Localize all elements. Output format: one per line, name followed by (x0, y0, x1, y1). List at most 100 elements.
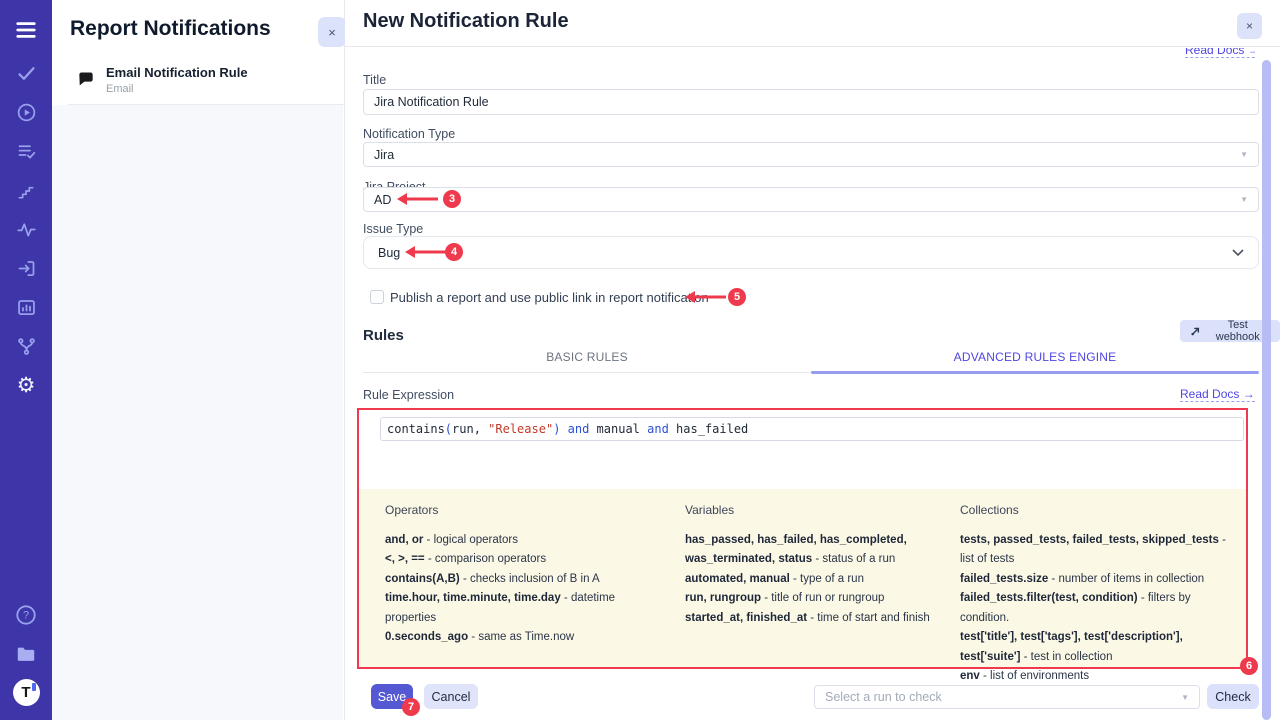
issue-type-select[interactable]: Bug (363, 236, 1259, 269)
notification-type-select[interactable]: Jira ▼ (363, 142, 1259, 167)
rules-heading: Rules (363, 327, 404, 344)
help-item: env - list of environments (960, 667, 1238, 687)
sidebar-item-analytics[interactable] (0, 210, 52, 249)
menu-button[interactable] (0, 10, 52, 50)
vertical-scrollbar[interactable] (1262, 60, 1271, 720)
sidebar-item-runs[interactable] (0, 93, 52, 132)
help-item: test['title'], test['tags'], test['descr… (960, 628, 1238, 667)
sidebar: ⚙ ? T (0, 0, 52, 720)
help-column-header: Collections (960, 501, 1238, 521)
play-circle-icon (16, 102, 37, 123)
list-check-icon (16, 141, 37, 162)
jira-project-select[interactable]: AD ▼ (363, 187, 1259, 212)
sign-in-icon (16, 258, 37, 279)
help-item: contains(A,B) - checks inclusion of B in… (385, 570, 665, 590)
sidebar-item-projects[interactable] (0, 634, 52, 673)
sidebar-item-milestones[interactable] (0, 171, 52, 210)
rule-expression-area: contains(run, "Release") and manual and … (357, 408, 1248, 669)
help-item: 0.seconds_ago - same as Time.now (385, 628, 665, 648)
rule-expression-label: Rule Expression (363, 388, 454, 402)
run-to-check-select[interactable]: Select a run to check ▼ (814, 685, 1200, 709)
sidebar-item-tests[interactable] (0, 54, 52, 93)
annotation-arrow-3 (394, 191, 440, 207)
sidebar-item-branches[interactable] (0, 327, 52, 366)
panel-background (52, 105, 343, 720)
help-item: failed_tests.size - number of items in c… (960, 570, 1238, 590)
help-item: time.hour, time.minute, time.day - datet… (385, 589, 665, 628)
help-icon: ? (15, 604, 37, 626)
dialog-header: New Notification Rule × (345, 0, 1280, 47)
dialog-close-button[interactable]: × (1237, 13, 1262, 39)
help-column-collections: Collections tests, passed_tests, failed_… (960, 501, 1238, 687)
report-notifications-panel: Report Notifications × Email Notificatio… (52, 0, 345, 720)
check-button[interactable]: Check (1207, 684, 1259, 709)
close-icon: × (1246, 19, 1253, 33)
sidebar-item-settings[interactable]: ⚙ (0, 366, 52, 405)
sidebar-item-plans[interactable] (0, 132, 52, 171)
help-item: automated, manual - type of a run (685, 570, 947, 590)
annotation-badge-3: 3 (443, 190, 461, 208)
chat-icon (76, 70, 96, 90)
git-branch-icon (16, 336, 37, 357)
check-icon (16, 63, 37, 84)
expression-help-panel: Operators and, or - logical operators <,… (359, 489, 1246, 667)
logo-icon: T (13, 679, 40, 706)
issue-type-value: Bug (378, 246, 400, 260)
activity-icon (16, 219, 37, 240)
cancel-button[interactable]: Cancel (424, 684, 478, 709)
annotation-badge-4: 4 (445, 243, 463, 261)
jira-project-value: AD (374, 193, 391, 207)
app-window: ⚙ ? T Report Notifications × Email Notif… (0, 0, 1280, 720)
help-column-header: Variables (685, 501, 947, 521)
publish-report-checkbox[interactable] (370, 290, 384, 304)
bar-chart-icon (16, 297, 37, 318)
notification-rule-list-item[interactable]: Email Notification Rule Email (68, 56, 344, 105)
read-docs-link[interactable]: Read Docs → (1180, 387, 1255, 402)
rules-tabs: BASIC RULES ADVANCED RULES ENGINE (363, 350, 1259, 373)
run-select-placeholder: Select a run to check (825, 690, 942, 704)
panel-title: Report Notifications (70, 17, 271, 41)
steps-icon (16, 181, 36, 201)
tab-basic-rules[interactable]: BASIC RULES (363, 350, 811, 372)
chevron-down-icon (1232, 246, 1244, 260)
issue-type-label: Issue Type (363, 222, 423, 236)
webhook-icon (1190, 326, 1201, 337)
help-item: and, or - logical operators (385, 531, 665, 551)
menu-icon (15, 19, 37, 41)
help-item: run, rungroup - title of run or rungroup (685, 589, 947, 609)
annotation-arrow-4 (402, 244, 448, 260)
list-item-title: Email Notification Rule (106, 65, 248, 80)
notification-type-value: Jira (374, 148, 394, 162)
read-docs-link-clipped[interactable]: Read Docs → (1185, 48, 1255, 62)
dialog-title: New Notification Rule (363, 10, 569, 33)
help-item: failed_tests.filter(test, condition) - f… (960, 589, 1238, 628)
title-label: Title (363, 73, 386, 87)
gear-icon: ⚙ (17, 375, 36, 396)
rule-expression-editor[interactable]: contains(run, "Release") and manual and … (380, 417, 1244, 441)
panel-close-button[interactable]: × (318, 17, 346, 47)
help-column-header: Operators (385, 501, 665, 521)
title-input[interactable] (363, 89, 1259, 115)
test-webhook-label: Test webhook (1206, 319, 1270, 343)
notification-type-label: Notification Type (363, 127, 455, 141)
dropdown-arrow-icon: ▼ (1181, 693, 1189, 702)
help-item: <, >, == - comparison operators (385, 550, 665, 570)
logo-accent (32, 683, 36, 691)
tab-advanced-rules-engine[interactable]: ADVANCED RULES ENGINE (811, 350, 1259, 372)
help-column-variables: Variables has_passed, has_failed, has_co… (685, 501, 947, 628)
sidebar-item-pulls[interactable] (0, 249, 52, 288)
svg-text:?: ? (23, 609, 29, 621)
dropdown-arrow-icon: ▼ (1240, 150, 1248, 159)
list-item-subtitle: Email (106, 83, 248, 95)
help-item: has_passed, has_failed, has_completed, w… (685, 531, 947, 570)
sidebar-item-logo[interactable]: T (0, 673, 52, 712)
new-notification-rule-dialog: New Notification Rule × Read Docs → Titl… (345, 0, 1280, 720)
sidebar-item-help[interactable]: ? (0, 595, 52, 634)
sidebar-item-reports[interactable] (0, 288, 52, 327)
annotation-badge-7: 7 (402, 698, 420, 716)
annotation-arrow-5 (682, 289, 728, 305)
help-item: tests, passed_tests, failed_tests, skipp… (960, 531, 1238, 570)
list-item-text: Email Notification Rule Email (106, 65, 248, 95)
annotation-badge-5: 5 (728, 288, 746, 306)
close-icon: × (328, 25, 336, 40)
